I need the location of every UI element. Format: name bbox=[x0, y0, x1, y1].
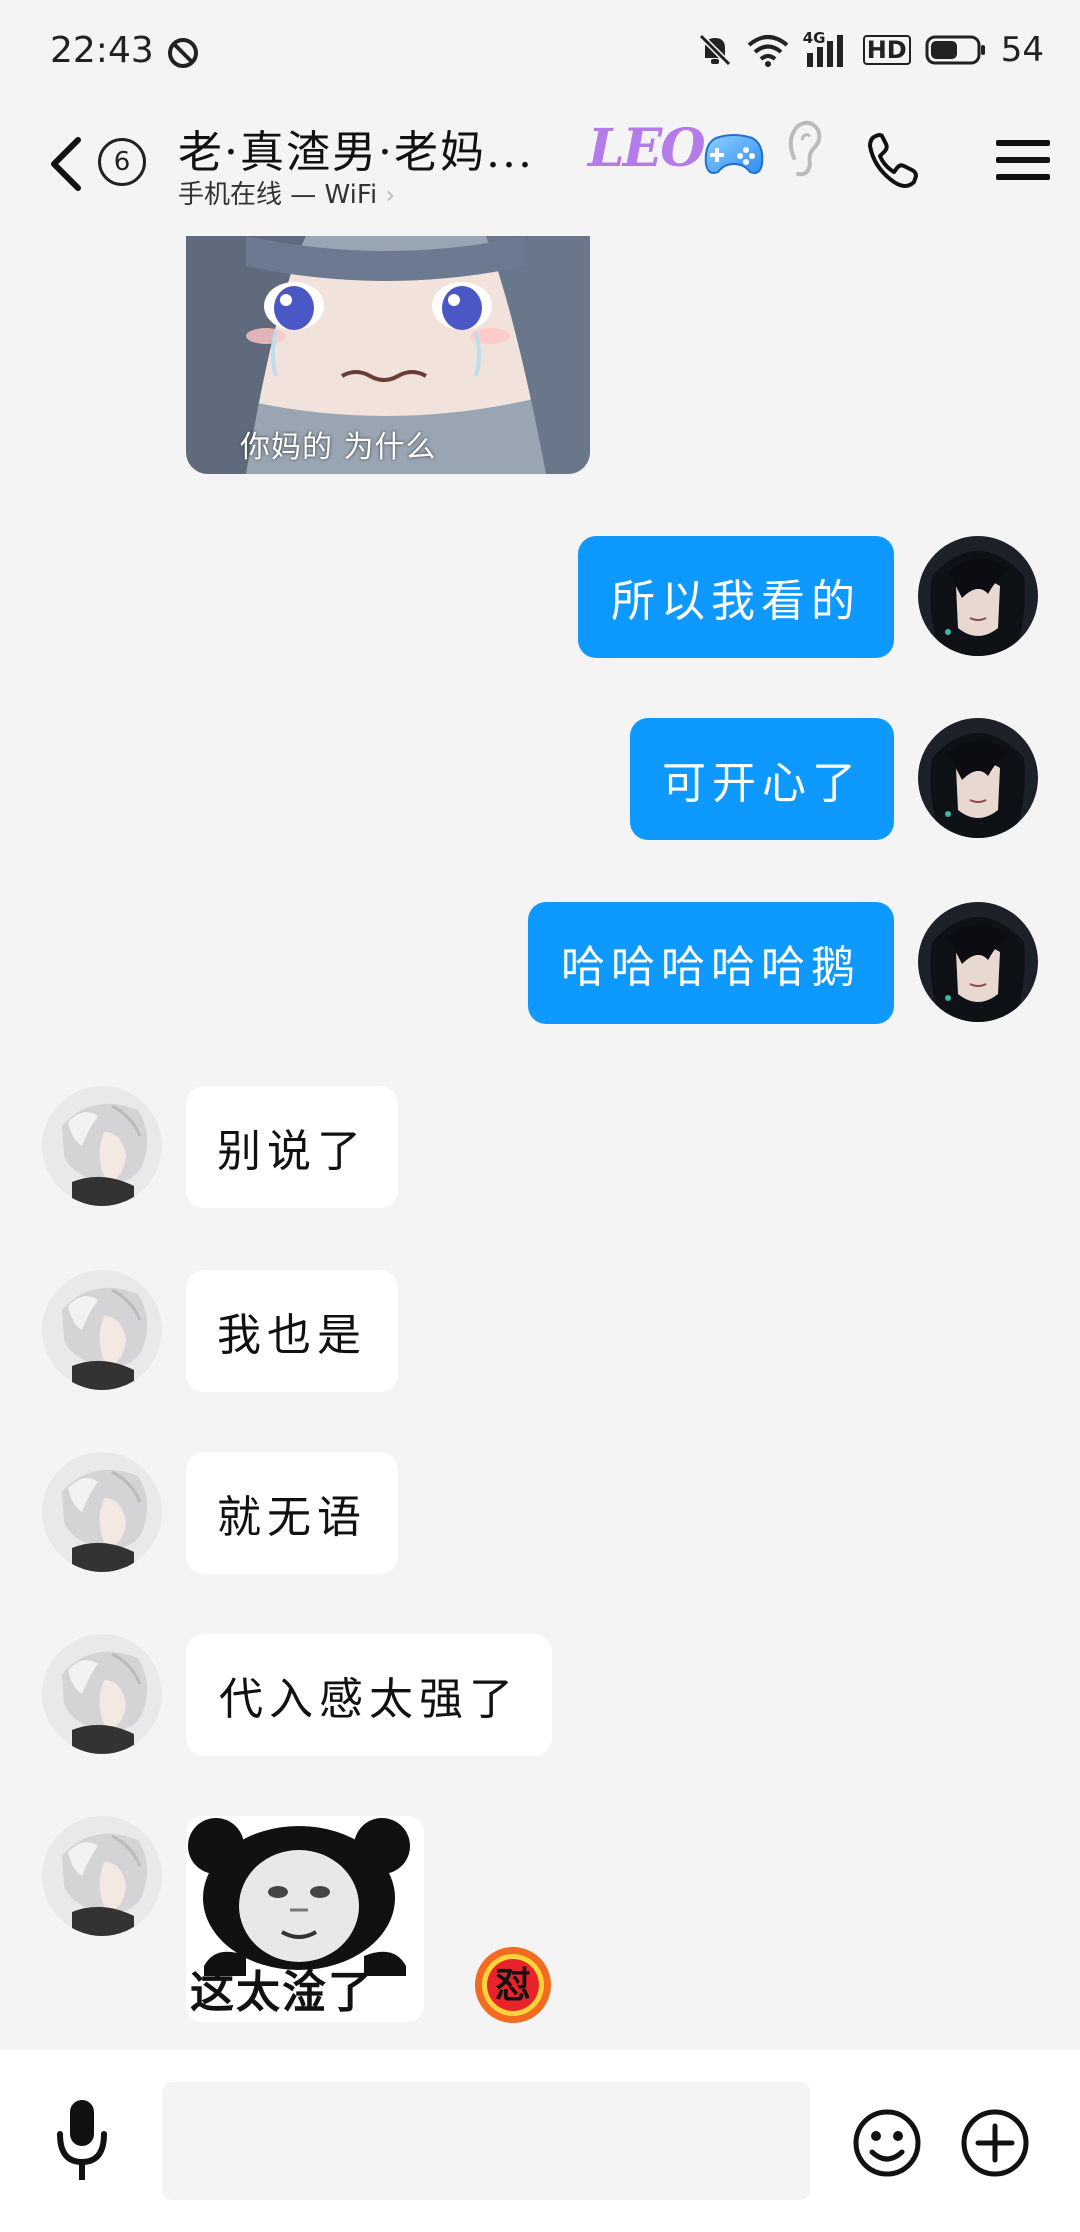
contact-avatar[interactable] bbox=[42, 1816, 162, 1936]
ear-icon[interactable] bbox=[784, 118, 824, 180]
chat-status[interactable]: 手机在线 — WiFi › bbox=[178, 174, 395, 211]
sticker-caption: 这太淦了 bbox=[190, 1967, 374, 2018]
unread-count-badge[interactable]: 6 bbox=[98, 138, 146, 186]
wifi-icon bbox=[747, 35, 789, 67]
signal-icon: 4G bbox=[803, 29, 849, 67]
outgoing-message-bubble[interactable]: 哈哈哈哈哈鹅 bbox=[528, 902, 894, 1024]
sticker-message[interactable]: 这太淦了 bbox=[186, 1816, 424, 2022]
battery-level: 54 bbox=[1000, 30, 1044, 70]
chat-status-text: 手机在线 — WiFi bbox=[178, 180, 378, 210]
contact-avatar[interactable] bbox=[42, 1634, 162, 1754]
battery-icon bbox=[925, 35, 985, 65]
message-list[interactable]: 你妈的 为什么 所以我看的 可开心了 哈哈哈哈哈鹅 别说了 我也是 就无语 代入… bbox=[0, 230, 1080, 2050]
status-icons: 4G HD 54 bbox=[697, 29, 1044, 70]
status-bar: 22:43 4G HD 54 bbox=[0, 0, 1080, 100]
chat-header: 6 老·真渣男·老妈... 手机在线 — WiFi › LEO bbox=[0, 100, 1080, 230]
incoming-message-bubble[interactable]: 别说了 bbox=[186, 1086, 398, 1208]
gamepad-icon[interactable] bbox=[702, 130, 766, 178]
image-caption: 你妈的 为什么 bbox=[240, 430, 437, 465]
emoji-icon[interactable] bbox=[852, 2108, 922, 2178]
plus-icon[interactable] bbox=[960, 2108, 1030, 2178]
input-bar bbox=[0, 2050, 1080, 2232]
incoming-message-bubble[interactable]: 代入感太强了 bbox=[186, 1634, 552, 1756]
contact-avatar[interactable] bbox=[42, 1452, 162, 1572]
chat-title[interactable]: 老·真渣男·老妈... bbox=[178, 116, 534, 180]
my-avatar[interactable] bbox=[918, 902, 1038, 1022]
incoming-message-bubble[interactable]: 就无语 bbox=[186, 1452, 398, 1574]
incoming-message-bubble[interactable]: 我也是 bbox=[186, 1270, 398, 1392]
phone-icon[interactable] bbox=[866, 130, 922, 190]
mute-bell-icon bbox=[698, 33, 731, 67]
status-time: 22:43 bbox=[50, 30, 154, 71]
microphone-icon[interactable] bbox=[52, 2094, 112, 2190]
reaction-emoji-icon[interactable]: 怼 bbox=[472, 1944, 554, 2026]
reaction-glyph: 怼 bbox=[494, 1964, 531, 2006]
message-input[interactable] bbox=[162, 2082, 810, 2200]
contact-avatar[interactable] bbox=[42, 1086, 162, 1206]
leo-tag[interactable]: LEO bbox=[588, 118, 705, 179]
outgoing-message-bubble[interactable]: 所以我看的 bbox=[578, 536, 894, 658]
back-chevron-icon[interactable] bbox=[46, 134, 86, 194]
my-avatar[interactable] bbox=[918, 536, 1038, 656]
hd-badge: HD bbox=[862, 35, 911, 65]
contact-avatar[interactable] bbox=[42, 1270, 162, 1390]
menu-icon[interactable] bbox=[996, 136, 1050, 184]
chevron-right-icon: › bbox=[385, 181, 396, 209]
outgoing-message-bubble[interactable]: 可开心了 bbox=[630, 718, 894, 840]
my-avatar[interactable] bbox=[918, 718, 1038, 838]
do-not-disturb-icon bbox=[168, 38, 198, 68]
image-message[interactable]: 你妈的 为什么 bbox=[186, 236, 590, 474]
